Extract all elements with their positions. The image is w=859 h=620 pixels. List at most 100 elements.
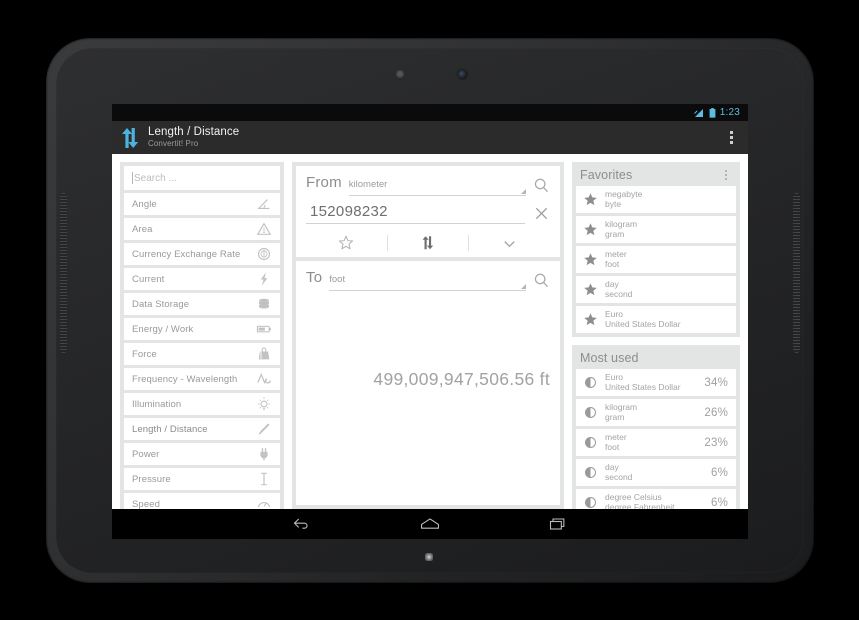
overflow-menu-button[interactable] [720, 124, 742, 152]
most-used-list: Euro United States Dollar 34% kilogram gram 2… [576, 369, 736, 509]
pie-chart-icon [583, 375, 598, 390]
sidebar-item-label: Current [132, 273, 165, 285]
battery-energy-icon [256, 321, 272, 337]
usage-percent: 6% [710, 466, 728, 479]
list-item[interactable]: degree Celsius degree Fahrenheit 6% [576, 489, 736, 509]
search-input[interactable] [133, 172, 272, 184]
unit-pair: meter foot [605, 433, 697, 452]
search-field[interactable] [124, 166, 280, 190]
overflow-dot [729, 141, 733, 144]
star-filled-icon [583, 282, 598, 297]
overflow-dot [725, 170, 727, 172]
back-arrow-icon [293, 518, 308, 529]
nav-home-button[interactable] [398, 509, 462, 539]
star-filled-icon [583, 192, 598, 207]
sidebar-item-area[interactable]: Area [124, 218, 280, 240]
list-item[interactable]: Euro United States Dollar [576, 306, 736, 333]
pie-chart-icon [583, 405, 598, 420]
sidebar-item-label: Length / Distance [132, 423, 208, 435]
star-outline-icon [339, 235, 354, 250]
side-panels: Favorites megabyte byte kilogram gram meter f… [572, 162, 740, 509]
unit-from: kilogram [605, 403, 638, 412]
list-item[interactable]: day second 6% [576, 459, 736, 486]
unit-from: kilogram [605, 220, 638, 229]
from-unit-row: From kilometer [306, 174, 550, 196]
app-subtitle: Convertit! Pro [148, 139, 199, 148]
to-search-icon[interactable] [533, 272, 550, 289]
speaker-grille-left [60, 193, 67, 353]
sidebar-item-speed[interactable]: Speed [124, 493, 280, 509]
unit-from: meter [605, 250, 627, 259]
swap-units-button[interactable] [388, 229, 469, 257]
overflow-dot [729, 136, 733, 139]
sidebar-item-force[interactable]: Force [124, 343, 280, 365]
list-item[interactable]: kilogram gram 26% [576, 399, 736, 426]
sidebar-item-label: Currency Exchange Rate [132, 248, 241, 260]
sidebar-item-currency-exchange-rate[interactable]: Currency Exchange Rate [124, 243, 280, 265]
from-unit-spinner[interactable]: kilometer [348, 174, 526, 196]
favorites-list: megabyte byte kilogram gram meter foot day seco… [576, 186, 736, 333]
sidebar-item-angle[interactable]: Angle [124, 193, 280, 215]
sidebar-item-pressure[interactable]: Pressure [124, 468, 280, 490]
speed-icon [256, 496, 272, 509]
usage-percent: 34% [704, 376, 728, 389]
from-label: From [306, 174, 342, 191]
from-value-input[interactable] [306, 203, 525, 224]
favorite-button[interactable] [306, 229, 387, 257]
app-title-block: Length / Distance Convertit! Pro [148, 126, 720, 149]
nav-recents-button[interactable] [526, 509, 590, 539]
unit-from: Euro [605, 310, 623, 319]
database-icon [256, 296, 272, 312]
favorites-overflow-button[interactable] [720, 170, 732, 180]
weight-icon [256, 346, 272, 362]
unit-from: Euro [605, 373, 623, 382]
unit-to: United States Dollar [605, 382, 681, 392]
list-item[interactable]: day second [576, 276, 736, 303]
power-plug-icon [256, 446, 272, 462]
to-label: To [306, 269, 323, 286]
list-item[interactable]: kilogram gram [576, 216, 736, 243]
list-item[interactable]: meter foot 23% [576, 429, 736, 456]
list-item[interactable]: megabyte byte [576, 186, 736, 213]
unit-from: meter [605, 433, 627, 442]
pie-chart-icon [583, 435, 598, 450]
star-filled-icon [583, 252, 598, 267]
sidebar-item-data-storage[interactable]: Data Storage [124, 293, 280, 315]
ambient-light-sensor [396, 70, 404, 78]
overflow-dot [725, 178, 727, 180]
sidebar-item-power[interactable]: Power [124, 443, 280, 465]
usage-percent: 6% [710, 496, 728, 509]
pie-chart-icon [583, 495, 598, 509]
android-nav-bar [112, 509, 748, 539]
usage-percent: 23% [704, 436, 728, 449]
list-item[interactable]: meter foot [576, 246, 736, 273]
status-clock: 1:23 [719, 106, 740, 118]
list-item[interactable]: Euro United States Dollar 34% [576, 369, 736, 396]
app-content: Angle Area Currency Exchange Rate Current Da… [112, 154, 748, 509]
unit-pair: Euro United States Dollar [605, 373, 697, 392]
sidebar-item-illumination[interactable]: Illumination [124, 393, 280, 415]
sidebar-item-length-distance[interactable]: Length / Distance [124, 418, 280, 440]
overflow-dot [729, 131, 733, 134]
clear-icon[interactable] [533, 205, 550, 222]
from-search-icon[interactable] [533, 177, 550, 194]
sidebar-item-energy-work[interactable]: Energy / Work [124, 318, 280, 340]
sidebar-item-current[interactable]: Current [124, 268, 280, 290]
converter-panel: From kilometer 152098232 To foot 499,009… [292, 162, 564, 509]
sidebar-item-label: Power [132, 448, 160, 460]
to-card: To foot 499,009,947,506.56 ft [296, 261, 560, 505]
nav-back-button[interactable] [270, 509, 334, 539]
to-unit-spinner[interactable]: foot [329, 269, 526, 291]
sidebar-item-label: Energy / Work [132, 323, 194, 335]
favorites-header: Favorites [576, 166, 736, 186]
page-title: Length / Distance [148, 126, 240, 138]
sidebar-item-frequency-wavelength[interactable]: Frequency - Wavelength [124, 368, 280, 390]
swap-vertical-icon [422, 236, 434, 250]
sidebar-item-label: Area [132, 223, 153, 235]
expand-button[interactable] [469, 229, 550, 257]
unit-pair: kilogram gram [605, 220, 728, 239]
unit-pair: day second [605, 280, 728, 299]
unit-to: foot [605, 442, 620, 452]
app-action-bar: Length / Distance Convertit! Pro [112, 121, 748, 154]
pressure-gauge-icon [256, 471, 272, 487]
